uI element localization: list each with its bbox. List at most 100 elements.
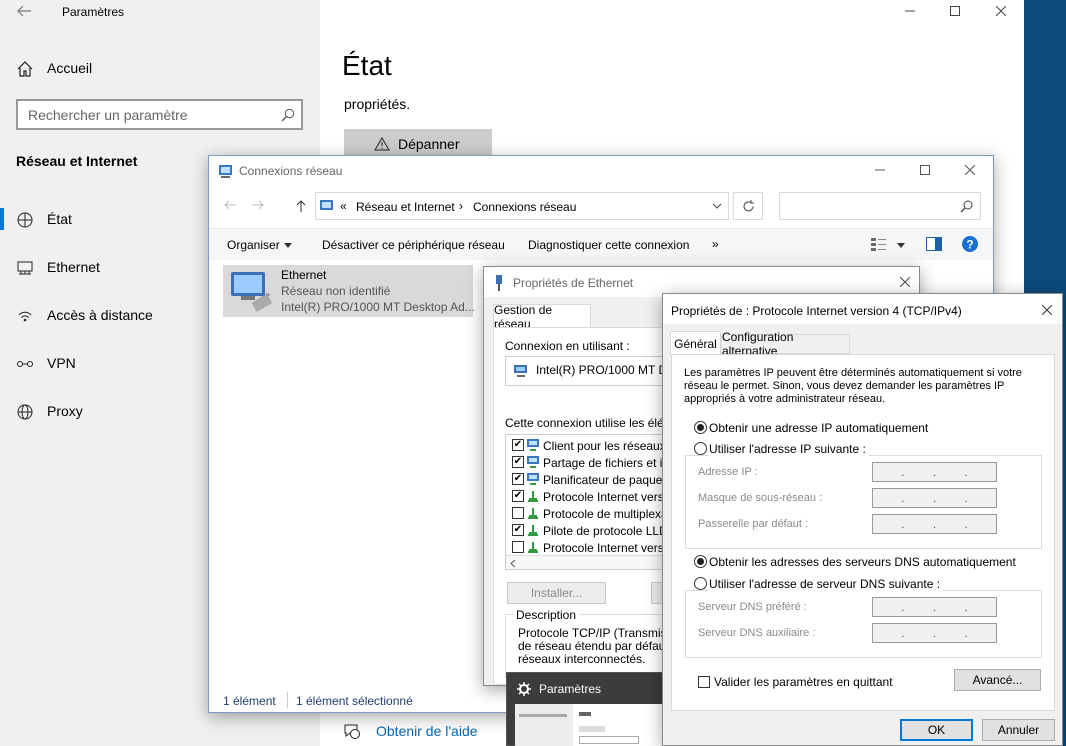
component-checkbox[interactable] <box>512 507 524 519</box>
tab-general[interactable]: Général <box>670 331 721 355</box>
install-button[interactable]: Installer... <box>507 582 606 604</box>
help-icon[interactable]: ? <box>961 235 979 253</box>
component-label: Partage de fichiers et imp <box>543 456 675 470</box>
gateway-field[interactable]: ... <box>872 514 997 534</box>
preview-pane-icon[interactable] <box>926 237 942 251</box>
close-button[interactable] <box>978 0 1024 22</box>
component-item[interactable]: ✔ Pilote de protocole LLDF <box>506 522 674 539</box>
ip-separator: . <box>901 491 905 505</box>
sidebar-item-label: Accès à distance <box>47 307 153 323</box>
page-title: État <box>342 50 392 81</box>
protocol-icon <box>526 540 540 554</box>
settings-title: Paramètres <box>62 5 125 19</box>
up-arrow-icon[interactable] <box>295 199 307 213</box>
component-item[interactable]: ✔ Planificateur de paquets <box>506 471 674 488</box>
ip-separator: . <box>964 465 968 479</box>
globe-icon <box>16 403 34 421</box>
cancel-button[interactable]: Annuler <box>982 719 1055 741</box>
components-list[interactable]: ✔ Client pour les réseaux M ✔ Partage de fi… <box>505 434 675 570</box>
ethernet-connection-item[interactable]: Ethernet Réseau non identifié Intel(R) P… <box>223 265 475 317</box>
help-link[interactable]: Obtenir de l'aide <box>376 723 478 739</box>
search-input[interactable]: Rechercher un paramètre <box>16 99 303 130</box>
more-commands-button[interactable]: » <box>712 237 719 251</box>
network-cable-icon <box>493 275 505 291</box>
component-item[interactable]: ✔ Client pour les réseaux M <box>506 437 674 454</box>
intro-line: appropriés à votre administrateur réseau… <box>684 393 886 405</box>
breadcrumb-separator: › <box>459 199 463 213</box>
auto-ip-radio[interactable] <box>694 421 707 434</box>
thumbnail-window <box>579 736 639 744</box>
breadcrumb-network-connections[interactable]: Connexions réseau <box>473 200 576 214</box>
auto-dns-label[interactable]: Obtenir les adresses des serveurs DNS au… <box>709 555 1016 569</box>
organize-menu[interactable]: Organiser <box>227 238 280 252</box>
disable-device-button[interactable]: Désactiver ce périphérique réseau <box>322 238 505 252</box>
component-item[interactable]: ✔ Protocole Internet versio <box>506 488 674 505</box>
maximize-button[interactable] <box>932 0 978 22</box>
search-icon <box>960 200 973 213</box>
manual-dns-label[interactable]: Utiliser l'adresse de serveur DNS suivan… <box>709 577 944 591</box>
minimize-button[interactable] <box>887 0 933 22</box>
tab-networking[interactable]: Gestion de réseau <box>493 303 591 331</box>
subnet-mask-field[interactable]: ... <box>872 488 997 508</box>
alternate-dns-field[interactable]: ... <box>872 623 997 643</box>
component-label: Planificateur de paquets <box>543 473 672 487</box>
components-label: Cette connexion utilise les élémen <box>505 416 688 430</box>
close-icon[interactable] <box>965 165 975 175</box>
manual-ip-label[interactable]: Utiliser l'adresse IP suivante : <box>709 442 869 456</box>
component-checkbox[interactable]: ✔ <box>512 439 524 451</box>
view-options-icon[interactable] <box>871 237 887 251</box>
component-checkbox[interactable]: ✔ <box>512 490 524 502</box>
description-line: Protocole TCP/IP (Transmissio <box>518 626 682 640</box>
back-arrow-icon[interactable] <box>223 199 237 211</box>
close-icon[interactable] <box>1042 305 1052 315</box>
breadcrumb-network-internet[interactable]: Réseau et Internet <box>356 200 455 214</box>
search-input[interactable] <box>779 192 981 220</box>
ok-button[interactable]: OK <box>900 719 973 741</box>
advanced-button[interactable]: Avancé... <box>954 669 1041 691</box>
tab-alternate-configuration[interactable]: Configuration alternative <box>721 330 850 358</box>
search-icon <box>281 108 295 122</box>
network-adapter-icon <box>513 364 529 378</box>
component-checkbox[interactable]: ✔ <box>512 456 524 468</box>
chevron-down-icon[interactable] <box>712 203 722 209</box>
sidebar-item-label: Proxy <box>47 403 83 419</box>
manual-ip-radio[interactable] <box>694 442 707 455</box>
validate-label[interactable]: Valider les paramètres en quittant <box>714 675 893 689</box>
manual-dns-radio[interactable] <box>694 577 707 590</box>
sidebar-item-home[interactable]: Accueil <box>0 48 320 88</box>
back-icon[interactable] <box>16 4 32 18</box>
refresh-button[interactable] <box>733 192 763 220</box>
validate-checkbox[interactable] <box>698 676 710 688</box>
chevron-down-icon[interactable] <box>897 243 905 248</box>
auto-ip-label[interactable]: Obtenir une adresse IP automatiquement <box>709 421 928 435</box>
sidebar-item-label: Ethernet <box>47 259 100 275</box>
ip-separator: . <box>901 517 905 531</box>
subnet-mask-label: Masque de sous-réseau : <box>698 492 823 504</box>
dialog-title: Propriétés de Ethernet <box>513 276 634 290</box>
component-item[interactable]: ✔ Partage de fichiers et imp <box>506 454 675 471</box>
address-bar[interactable]: « Réseau et Internet › Connexions réseau <box>315 192 729 220</box>
maximize-icon[interactable] <box>920 165 930 175</box>
component-item[interactable]: Protocole de multiplexag <box>506 505 674 522</box>
close-icon[interactable] <box>900 277 910 287</box>
preferred-dns-field[interactable]: ... <box>872 597 997 617</box>
component-checkbox[interactable]: ✔ <box>512 524 524 536</box>
connection-name: Ethernet <box>281 268 327 282</box>
connection-device: Intel(R) PRO/1000 MT Desktop Ad... <box>281 300 475 314</box>
status-item-count: 1 élément <box>223 694 276 708</box>
diagnose-button[interactable]: Diagnostiquer cette connexion <box>528 238 689 252</box>
ip-address-field[interactable]: ... <box>872 462 997 482</box>
forward-arrow-icon[interactable] <box>251 199 265 211</box>
auto-dns-radio[interactable] <box>694 555 707 568</box>
section-heading: Réseau et Internet <box>16 153 138 169</box>
horizontal-scrollbar[interactable] <box>506 555 674 569</box>
minimize-icon[interactable] <box>875 165 885 175</box>
component-checkbox[interactable]: ✔ <box>512 473 524 485</box>
ipv4-properties-dialog: Propriétés de : Protocole Internet versi… <box>662 293 1063 746</box>
component-checkbox[interactable] <box>512 541 524 553</box>
scroll-left-icon[interactable] <box>510 559 516 568</box>
component-item[interactable]: Protocole Internet versio <box>506 539 674 556</box>
ip-separator: . <box>901 626 905 640</box>
preferred-dns-label: Serveur DNS préféré : <box>698 601 807 613</box>
intro-line: réseau le permet. Sinon, vous devez dema… <box>684 380 1005 392</box>
